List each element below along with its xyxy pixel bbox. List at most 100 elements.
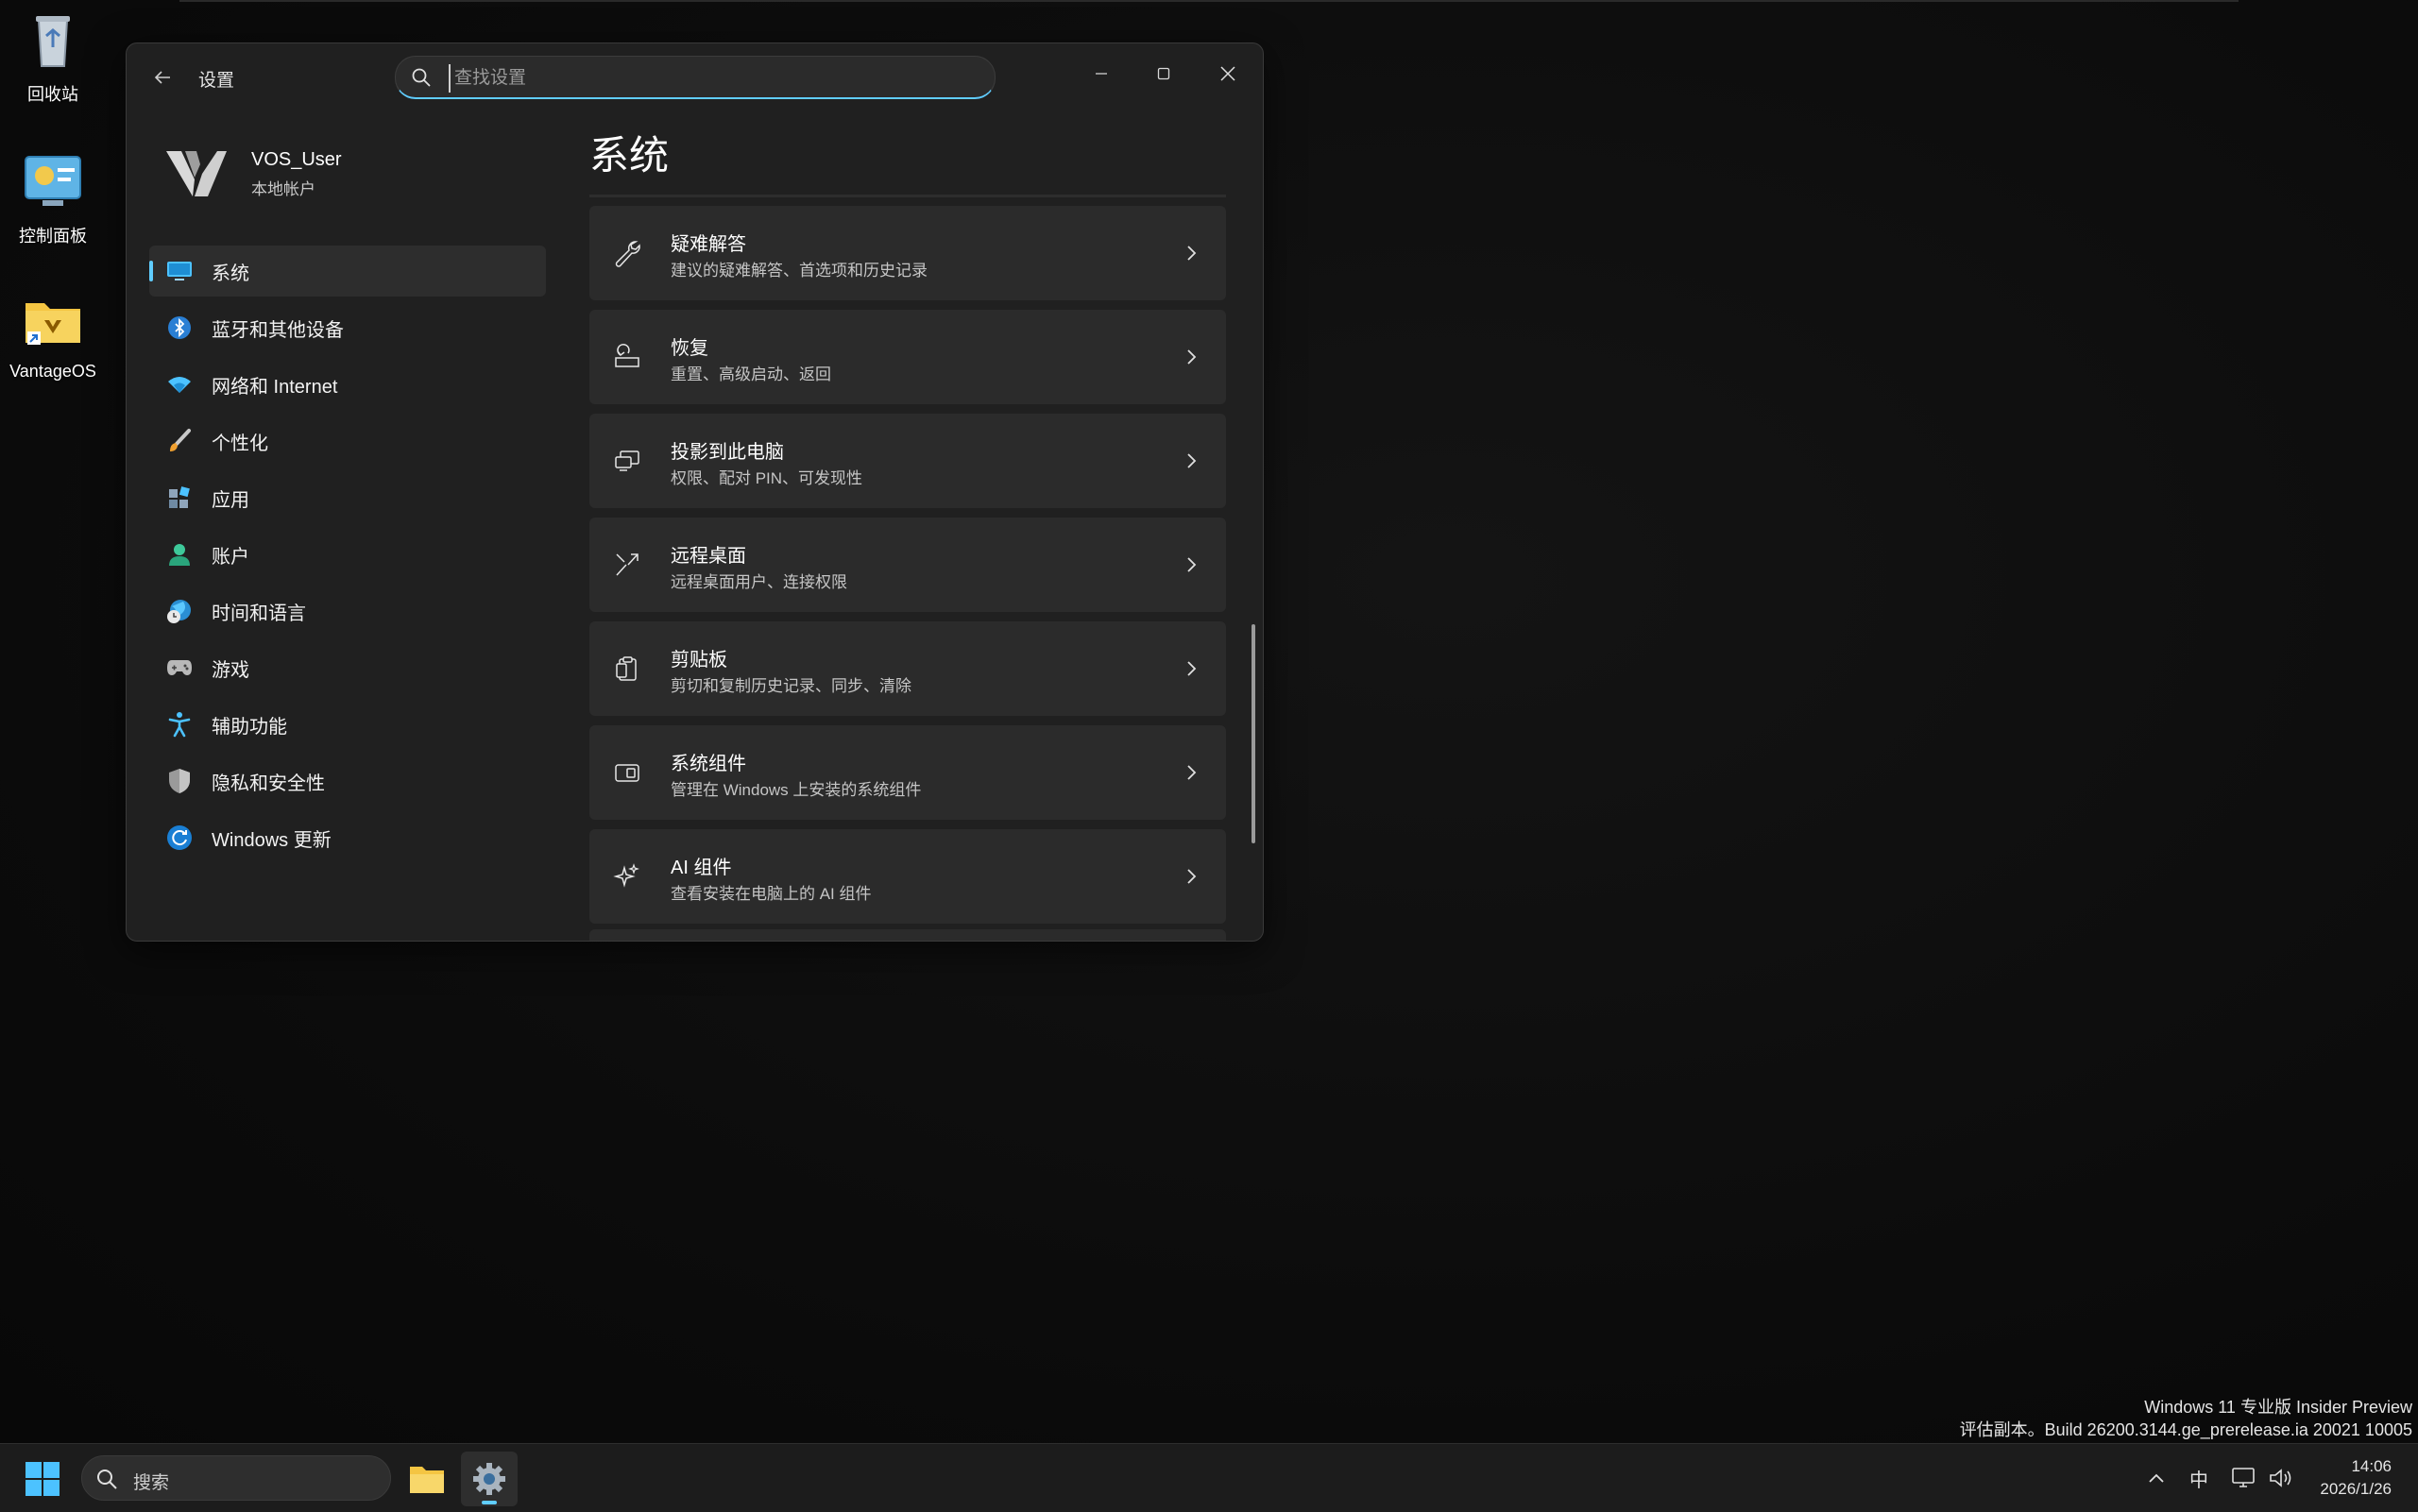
taskbar-clock[interactable]: 14:06 2026/1/26 — [2320, 1455, 2392, 1501]
remote-desktop-icon — [610, 548, 644, 582]
nav-item-time-language[interactable]: 时间和语言 — [149, 586, 546, 637]
card-system-components[interactable]: 系统组件 管理在 Windows 上安装的系统组件 — [589, 725, 1226, 820]
start-button[interactable] — [23, 1459, 62, 1499]
nav-label: 账户 — [212, 546, 249, 568]
card-ai-components[interactable]: AI 组件 查看安装在电脑上的 AI 组件 — [589, 829, 1226, 924]
chevron-right-icon — [1187, 349, 1197, 365]
card-title: 投影到此电脑 — [671, 442, 784, 463]
desktop-icon-recycle-bin[interactable]: 回收站 — [0, 8, 110, 106]
clock-date: 2026/1/26 — [2320, 1480, 2392, 1498]
volume-button[interactable] — [2265, 1463, 2297, 1493]
close-icon — [1220, 66, 1235, 81]
settings-search-input[interactable] — [449, 64, 966, 93]
vantageos-logo — [166, 151, 227, 196]
system-settings-list: 疑难解答 建议的疑难解答、首选项和历史记录 恢复 重置、高级启动、返回 投影到此… — [589, 206, 1226, 933]
title-bar[interactable]: 设置 — [127, 43, 1263, 110]
app-title: 设置 — [198, 71, 235, 91]
nav-item-system[interactable]: 系统 — [149, 246, 546, 297]
build-watermark-line2: 评估副本。Build 26200.3144.ge_prerelease.ia 2… — [1959, 1420, 2412, 1439]
card-troubleshoot[interactable]: 疑难解答 建议的疑难解答、首选项和历史记录 — [589, 206, 1226, 300]
recycle-bin-icon — [20, 8, 86, 74]
nav-label: 应用 — [212, 489, 249, 511]
desktop: 回收站 控制面板 VantageOS 设置 查找设置 VOS_User 本地帐户… — [0, 0, 2418, 1443]
desktop-icon-label: 控制面板 — [19, 227, 87, 246]
volume-icon — [2270, 1469, 2291, 1487]
chevron-right-icon — [1187, 765, 1197, 780]
wrench-icon — [610, 236, 644, 270]
nav-item-accounts[interactable]: 账户 — [149, 529, 546, 580]
ime-indicator[interactable]: 中 — [2182, 1463, 2216, 1493]
taskbar-settings[interactable] — [461, 1452, 518, 1506]
content-divider — [589, 195, 1226, 197]
brush-icon — [164, 426, 195, 456]
ai-sparkle-icon — [610, 859, 644, 893]
settings-nav: 系统 蓝牙和其他设备 网络和 Internet 个性化 应用 账户 时间和语言 … — [149, 246, 546, 869]
card-subtitle: 重置、高级启动、返回 — [671, 365, 831, 383]
monitor-icon — [164, 256, 195, 286]
recovery-icon — [610, 340, 644, 374]
active-app-indicator — [482, 1501, 497, 1504]
desktop-icon-vantageos[interactable]: VantageOS — [0, 288, 110, 382]
desktop-icon-control-panel[interactable]: 控制面板 — [0, 149, 110, 247]
search-icon — [97, 1470, 117, 1489]
control-panel-icon — [20, 149, 86, 215]
tray-overflow-button[interactable] — [2142, 1463, 2171, 1493]
card-remote-desktop[interactable]: 远程桌面 远程桌面用户、连接权限 — [589, 518, 1226, 612]
nav-item-personalization[interactable]: 个性化 — [149, 416, 546, 467]
chevron-right-icon — [1187, 557, 1197, 572]
nav-item-windows-update[interactable]: Windows 更新 — [149, 812, 546, 863]
nav-label: 网络和 Internet — [212, 376, 338, 398]
nav-item-apps[interactable]: 应用 — [149, 472, 546, 523]
projection-icon — [610, 444, 644, 478]
settings-search-box[interactable] — [395, 56, 996, 99]
chevron-right-icon — [1187, 661, 1197, 676]
maximize-icon — [1157, 67, 1170, 80]
nav-label: 游戏 — [212, 659, 249, 681]
ime-label: 中 — [2189, 1470, 2208, 1491]
person-icon — [164, 539, 195, 569]
card-clipboard[interactable]: 剪贴板 剪切和复制历史记录、同步、清除 — [589, 621, 1226, 716]
folder-icon — [410, 1467, 444, 1493]
nav-item-gaming[interactable]: 游戏 — [149, 642, 546, 693]
taskbar-search[interactable]: 搜索 — [81, 1455, 391, 1501]
user-profile[interactable]: VOS_User 本地帐户 — [164, 138, 561, 213]
minimize-icon — [1096, 73, 1107, 75]
taskbar-search-label: 搜索 — [133, 1473, 170, 1493]
card-partial[interactable] — [589, 929, 1226, 941]
back-arrow-icon — [154, 71, 170, 84]
chevron-up-icon — [2149, 1473, 2164, 1483]
nav-item-privacy-security[interactable]: 隐私和安全性 — [149, 756, 546, 807]
wifi-icon — [164, 369, 195, 399]
apps-icon — [164, 483, 195, 513]
accessibility-icon — [164, 709, 195, 739]
update-icon — [164, 823, 195, 853]
minimize-button[interactable] — [1071, 53, 1132, 94]
taskbar-file-explorer[interactable] — [399, 1452, 455, 1506]
card-subtitle: 剪切和复制历史记录、同步、清除 — [671, 677, 911, 695]
close-button[interactable] — [1198, 53, 1258, 94]
nav-item-network[interactable]: 网络和 Internet — [149, 359, 546, 410]
card-title: 远程桌面 — [671, 546, 746, 567]
network-status-button[interactable] — [2227, 1463, 2259, 1493]
user-name: VOS_User — [251, 149, 342, 170]
card-subtitle: 查看安装在电脑上的 AI 组件 — [671, 885, 872, 903]
nav-item-bluetooth[interactable]: 蓝牙和其他设备 — [149, 302, 546, 353]
nav-item-accessibility[interactable]: 辅助功能 — [149, 699, 546, 750]
build-watermark-line1: Windows 11 专业版 Insider Preview — [2144, 1398, 2412, 1417]
card-subtitle: 建议的疑难解答、首选项和历史记录 — [671, 262, 928, 280]
nav-label: 时间和语言 — [212, 603, 306, 624]
nav-label: 隐私和安全性 — [212, 773, 325, 794]
nav-label: Windows 更新 — [212, 829, 332, 851]
card-title: 系统组件 — [671, 754, 746, 774]
card-recovery[interactable]: 恢复 重置、高级启动、返回 — [589, 310, 1226, 404]
card-subtitle: 远程桌面用户、连接权限 — [671, 573, 847, 591]
maximize-button[interactable] — [1133, 53, 1194, 94]
globe-clock-icon — [164, 596, 195, 626]
search-icon — [412, 68, 431, 87]
card-title: AI 组件 — [671, 858, 732, 878]
content-scrollbar[interactable] — [1252, 624, 1255, 843]
desktop-icon-label: 回收站 — [27, 85, 78, 104]
back-button[interactable] — [145, 60, 179, 94]
card-project-to-pc[interactable]: 投影到此电脑 权限、配对 PIN、可发现性 — [589, 414, 1226, 508]
settings-window: 设置 查找设置 VOS_User 本地帐户 系统 蓝牙和其他设备 网络和 Int… — [126, 42, 1264, 942]
